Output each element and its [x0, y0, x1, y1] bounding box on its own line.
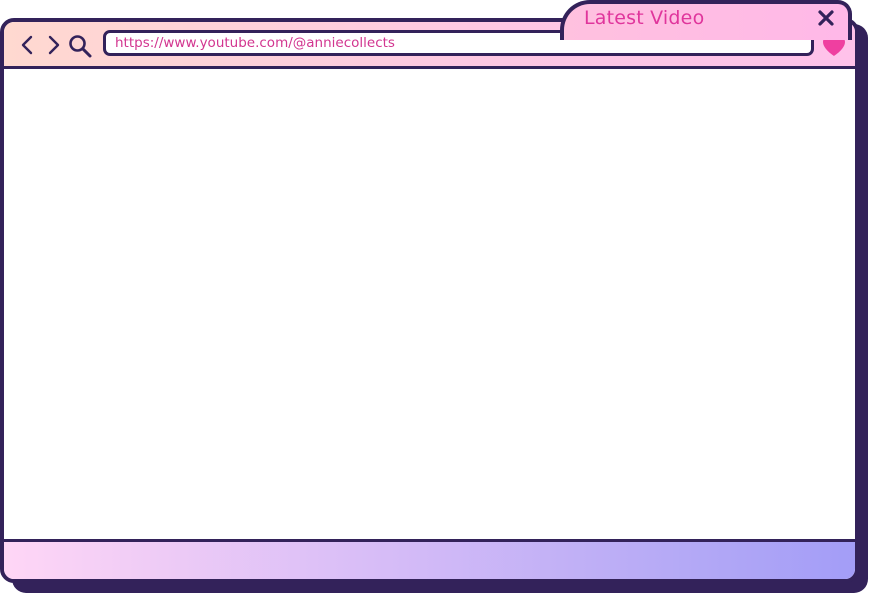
- chevron-left-icon: [21, 35, 33, 55]
- search-icon: [69, 35, 92, 58]
- title-tab: Latest Video: [560, 0, 852, 40]
- close-icon: [818, 10, 834, 26]
- window-title: Latest Video: [584, 7, 705, 29]
- forward-button[interactable]: [44, 34, 64, 56]
- search-button[interactable]: [67, 33, 93, 59]
- back-button[interactable]: [18, 34, 38, 56]
- chevron-right-icon: [48, 35, 60, 55]
- browser-window: https://www.youtube.com/@anniecollects: [0, 18, 859, 583]
- content-area: [4, 69, 855, 539]
- footer-bar: [4, 539, 855, 579]
- close-button[interactable]: [816, 8, 836, 28]
- url-text: https://www.youtube.com/@anniecollects: [115, 35, 395, 51]
- browser-frame-graphic: Latest Video https://www.youtube.com/@an…: [0, 0, 869, 594]
